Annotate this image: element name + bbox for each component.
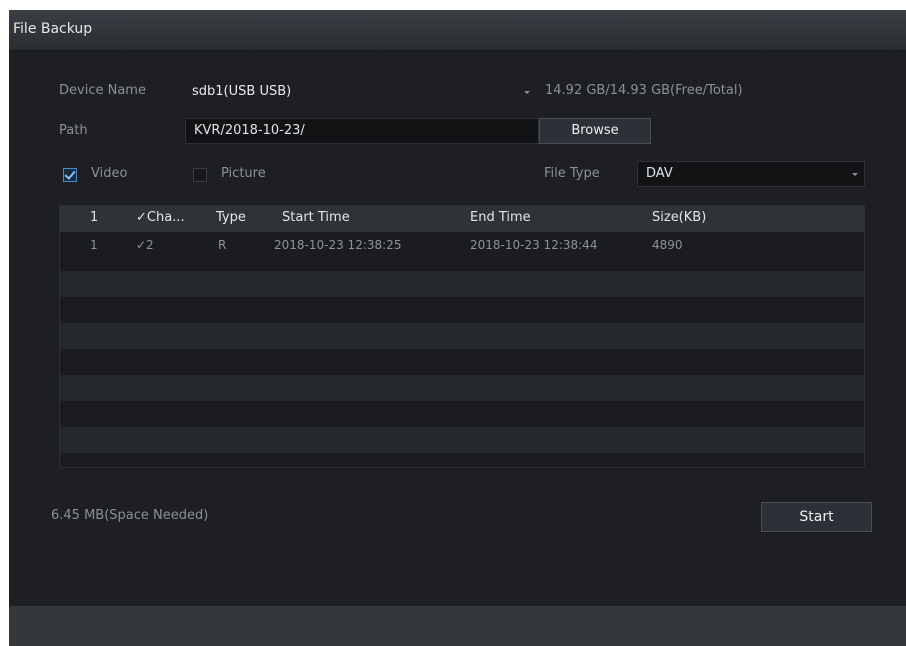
device-name-select[interactable]: sdb1(USB USB) <box>183 79 537 105</box>
empty-row <box>60 427 864 453</box>
header-channel[interactable]: ✓Cha... <box>136 210 185 225</box>
window-title: File Backup <box>13 21 93 37</box>
cell-start-time: 2018-10-23 12:38:25 <box>274 238 402 252</box>
table-header: 1 ✓Cha... Type Start Time End Time Size(… <box>60 206 864 232</box>
path-label: Path <box>59 123 88 138</box>
file-type-value: DAV <box>646 166 673 181</box>
header-end-time[interactable]: End Time <box>470 210 531 225</box>
picture-checkbox[interactable] <box>193 168 207 182</box>
title-bar: File Backup <box>9 10 906 51</box>
device-name-value: sdb1(USB USB) <box>192 84 292 99</box>
empty-row <box>60 349 864 375</box>
header-type[interactable]: Type <box>216 210 246 225</box>
path-value: KVR/2018-10-23/ <box>194 123 305 138</box>
path-field[interactable]: KVR/2018-10-23/ <box>185 118 539 144</box>
video-checkbox[interactable] <box>63 168 77 182</box>
empty-row <box>60 401 864 427</box>
chevron-down-icon <box>852 173 858 176</box>
file-type-label: File Type <box>544 166 600 181</box>
start-button[interactable]: Start <box>761 502 872 532</box>
cell-end-time: 2018-10-23 12:38:44 <box>470 238 598 252</box>
chevron-down-icon <box>524 91 530 94</box>
empty-row <box>60 323 864 349</box>
file-type-select[interactable]: DAV <box>637 161 865 187</box>
cell-index: 1 <box>90 238 98 252</box>
bottom-panel <box>9 606 906 646</box>
empty-row <box>60 297 864 323</box>
cell-channel[interactable]: ✓2 <box>136 238 154 252</box>
browse-button[interactable]: Browse <box>539 118 651 144</box>
header-start-time[interactable]: Start Time <box>282 210 350 225</box>
header-size[interactable]: Size(KB) <box>652 210 706 225</box>
table-row[interactable]: 1 ✓2 R 2018-10-23 12:38:25 2018-10-23 12… <box>60 232 864 258</box>
cell-type: R <box>218 238 227 252</box>
picture-label: Picture <box>221 166 266 181</box>
file-table: 1 ✓Cha... Type Start Time End Time Size(… <box>59 205 865 468</box>
header-select-all[interactable]: 1 <box>90 210 98 225</box>
device-name-label: Device Name <box>59 83 146 98</box>
device-capacity: 14.92 GB/14.93 GB(Free/Total) <box>545 83 743 98</box>
space-needed: 6.45 MB(Space Needed) <box>51 508 209 523</box>
video-label: Video <box>91 166 128 181</box>
file-backup-window: File Backup Device Name sdb1(USB USB) 14… <box>9 10 906 646</box>
empty-row <box>60 375 864 401</box>
empty-row <box>60 271 864 297</box>
cell-size: 4890 <box>652 238 683 252</box>
